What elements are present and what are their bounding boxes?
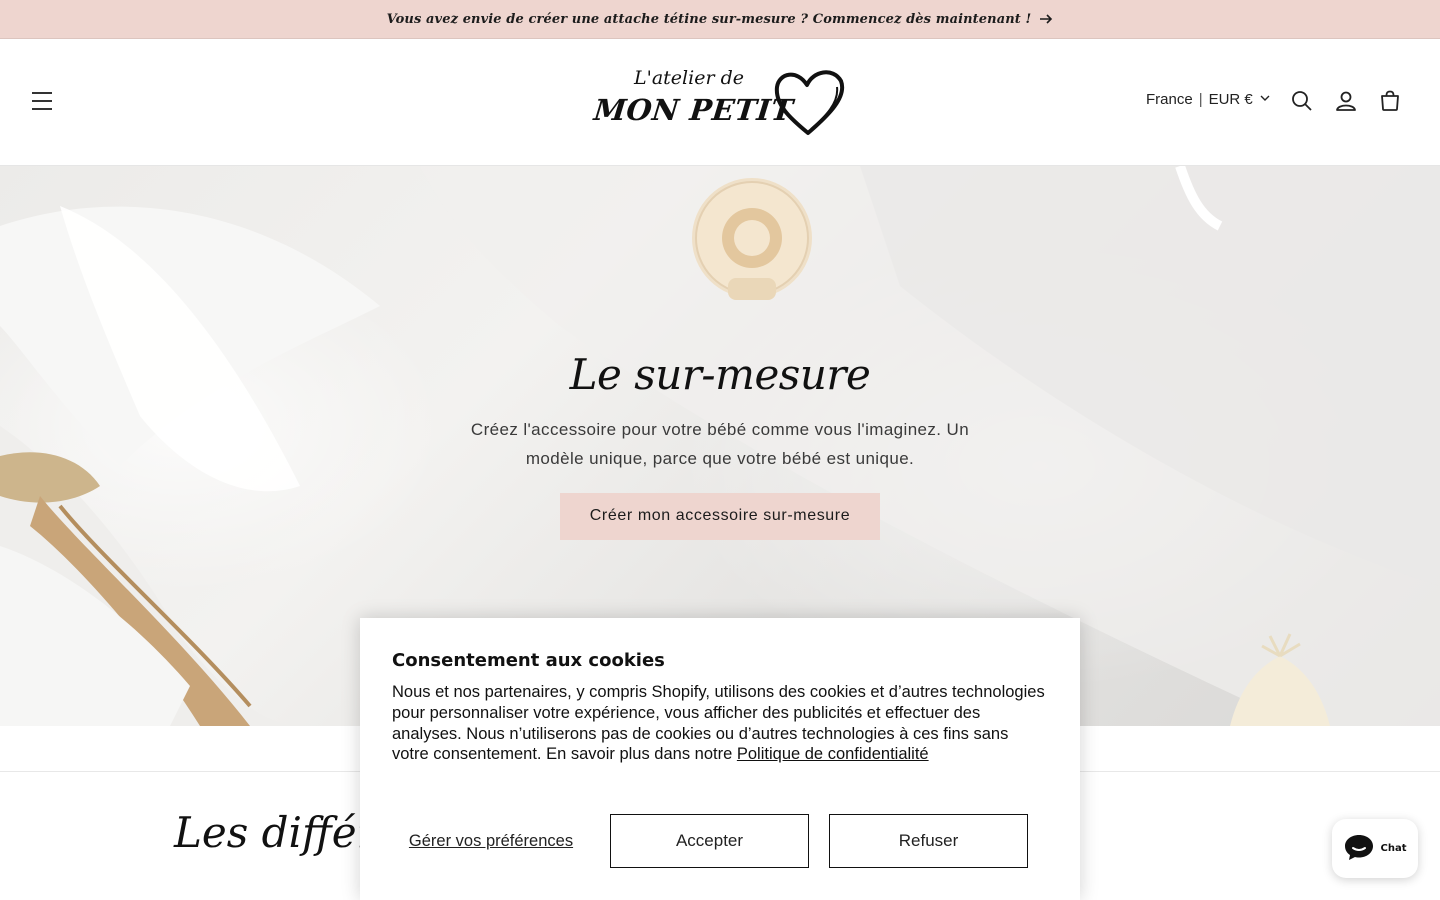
cookie-title: Consentement aux cookies (392, 650, 665, 671)
chat-bubble-icon (1344, 833, 1374, 865)
hamburger-menu-icon[interactable] (28, 87, 56, 115)
refuse-cookies-button[interactable]: Refuser (829, 814, 1028, 868)
logo-line-1: L'atelier de (634, 67, 744, 89)
locale-separator: | (1198, 91, 1203, 108)
announcement-bar[interactable]: Vous avez envie de créer une attache tét… (0, 0, 1440, 39)
manage-preferences-link[interactable]: Gérer vos préférences (392, 814, 590, 868)
cookie-body: Nous et nos partenaires, y compris Shopi… (392, 682, 1048, 765)
privacy-policy-link[interactable]: Politique de confidentialité (737, 745, 929, 763)
hero-content: Le sur-mesure Créez l'accessoire pour vo… (420, 350, 1020, 540)
create-custom-accessory-button[interactable]: Créer mon accessoire sur-mesure (559, 493, 881, 540)
cookie-actions: Gérer vos préférences Accepter Refuser (392, 814, 1028, 868)
chat-label: Chat (1380, 843, 1407, 854)
logo-line-2: MON PETIT (592, 93, 795, 127)
cookie-consent-banner: Consentement aux cookies Nous et nos par… (360, 618, 1080, 900)
hero-title: Le sur-mesure (569, 350, 871, 399)
locale-country: France (1146, 91, 1193, 108)
chevron-down-icon (1259, 91, 1271, 108)
locale-currency: EUR € (1208, 91, 1253, 108)
heart-icon (771, 67, 847, 143)
chat-widget-button[interactable]: Chat (1332, 819, 1418, 878)
locale-selector[interactable]: France | EUR € (1146, 91, 1271, 108)
search-icon[interactable] (1290, 89, 1314, 113)
site-logo[interactable]: L'atelier de MON PETIT (588, 63, 852, 141)
arrow-right-icon[interactable] (1039, 12, 1053, 26)
cart-icon[interactable] (1378, 89, 1402, 113)
cookie-body-text: Nous et nos partenaires, y compris Shopi… (392, 683, 1045, 764)
accept-cookies-button[interactable]: Accepter (610, 814, 809, 868)
hero-description: Créez l'accessoire pour votre bébé comme… (470, 420, 970, 468)
site-header: L'atelier de MON PETIT France | EUR € (0, 39, 1440, 166)
announcement-text[interactable]: Vous avez envie de créer une attache tét… (387, 12, 1032, 27)
account-icon[interactable] (1334, 89, 1358, 113)
